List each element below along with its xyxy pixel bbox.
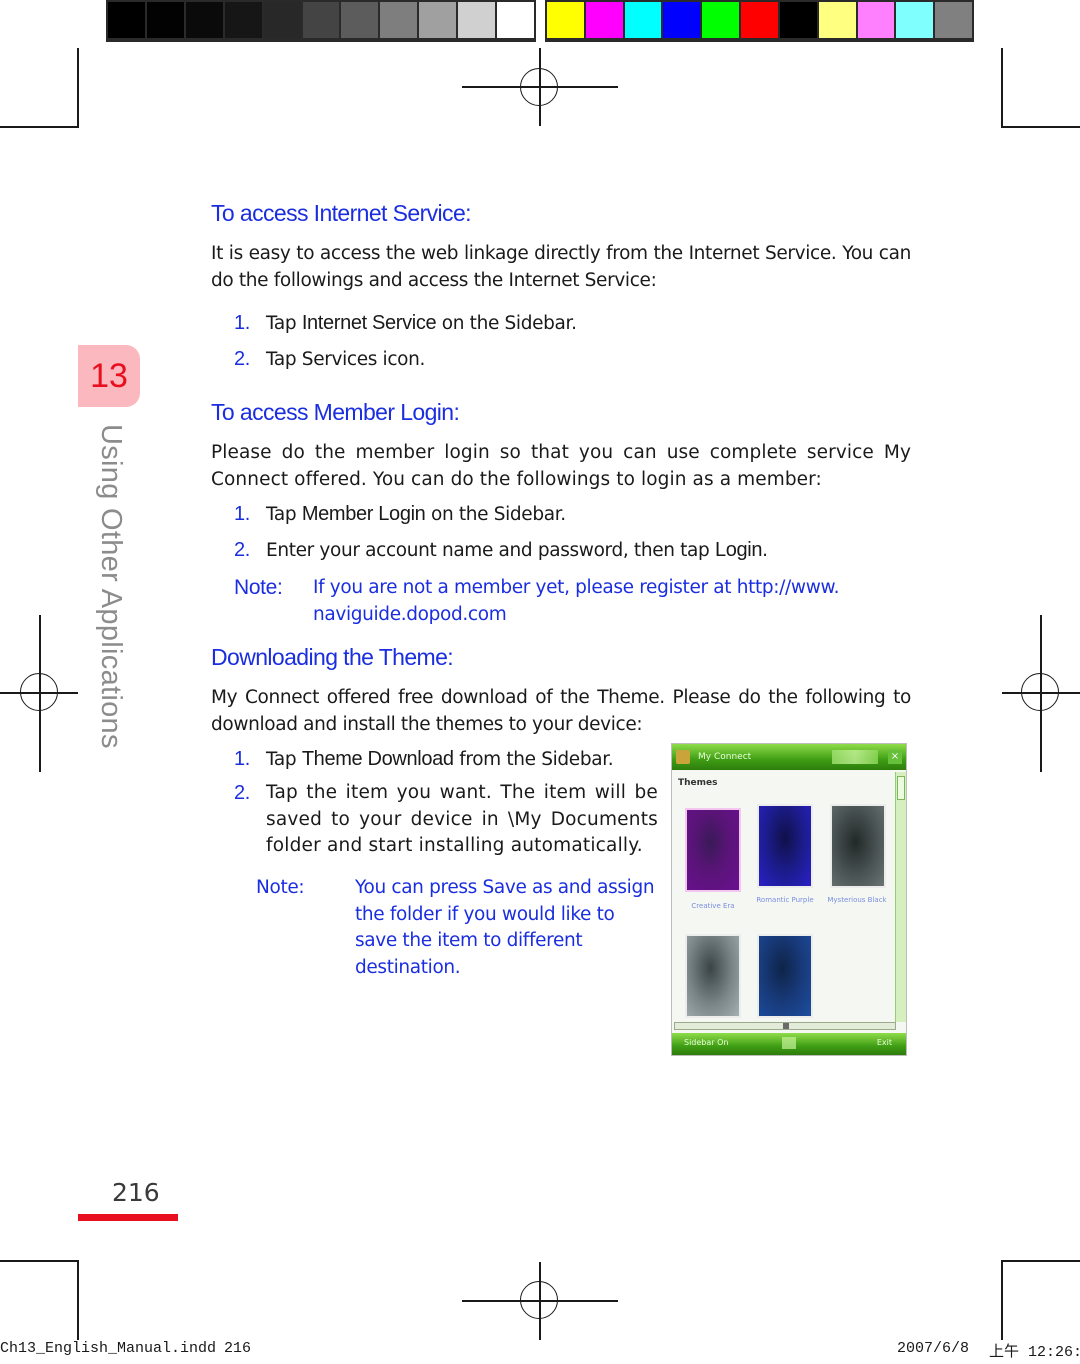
step-item: 1. Tap Theme Download from the Sidebar. (234, 746, 614, 774)
ui-term: Member Login (301, 503, 426, 525)
step-text: Tap the item you want. The item will be … (266, 782, 658, 856)
gray-swatch (185, 2, 223, 38)
step-number: 1. (234, 503, 250, 525)
gray-swatch (146, 2, 184, 38)
crop-mark (1001, 1260, 1003, 1340)
horizontal-scrollbar (674, 1022, 896, 1030)
step-text: from the Sidebar. (453, 749, 614, 770)
step-item: 1. Tap Internet Service on the Sidebar. (234, 310, 577, 338)
color-swatch (741, 2, 778, 38)
step-number: 2. (234, 782, 250, 804)
left-softkey: Sidebar On (684, 1038, 729, 1047)
gray-swatch (263, 2, 301, 38)
gray-swatch (458, 2, 496, 38)
color-swatch (779, 2, 817, 38)
note-link[interactable]: naviguide.dopod.com (313, 602, 507, 629)
step-text: Tap Services icon. (266, 349, 426, 370)
step-item: 2. Tap Services icon. (234, 346, 425, 374)
step-text: Enter your account name and password, th… (266, 540, 715, 561)
note-label: Note: (256, 877, 305, 898)
slug-page: 216 (224, 1340, 252, 1357)
device-title: My Connect (698, 752, 752, 762)
color-swatch (702, 2, 740, 38)
theme-thumbnail (830, 804, 886, 888)
color-swatch (896, 2, 934, 38)
color-swatch (663, 2, 701, 38)
crop-mark (1001, 126, 1080, 128)
step-item: 2. Tap the item you want. The item will b… (234, 780, 658, 860)
chapter-tab: 13 (78, 345, 140, 407)
grayscale-color-bar (106, 0, 536, 42)
gray-swatch (108, 2, 145, 38)
gray-swatch (341, 2, 379, 38)
section-heading-internet-service: To access Internet Service: (211, 200, 472, 226)
windows-start-icon (676, 750, 690, 764)
section-paragraph: My Connect offered free download of the … (211, 687, 911, 735)
process-color-bar (545, 0, 974, 42)
step-item: 2. Enter your account name and password, … (234, 537, 768, 565)
device-screenshot: My Connect × Themes Creative Era Romanti… (671, 743, 907, 1056)
step-number: 2. (234, 539, 250, 561)
crop-mark (1001, 1260, 1080, 1262)
step-item: 1. Tap Member Login on the Sidebar. (234, 501, 566, 529)
crop-mark (0, 126, 78, 128)
color-swatch (857, 2, 895, 38)
crop-mark (77, 48, 79, 128)
page-number-underline (78, 1214, 178, 1221)
vertical-scrollbar (895, 772, 906, 1022)
ui-term: Theme Download (301, 748, 454, 770)
gray-swatch (419, 2, 457, 38)
step-number: 1. (234, 312, 250, 334)
step-text: Tap (266, 749, 302, 770)
status-icons (832, 750, 878, 764)
gray-swatch (224, 2, 262, 38)
color-swatch (818, 2, 856, 38)
section-heading-downloading-theme: Downloading the Theme: (211, 644, 454, 670)
gray-swatch (302, 2, 340, 38)
step-text: Tap (266, 313, 302, 334)
keyboard-icon (782, 1037, 796, 1049)
ui-term: Login (714, 539, 763, 561)
chapter-side-title: Using Other Applications (95, 424, 127, 749)
page-number: 216 (112, 1178, 160, 1207)
step-text: on the Sidebar. (436, 313, 577, 334)
theme-label: Romantic Purple (756, 896, 814, 904)
note-text: You can press Save as and assign the fol… (355, 877, 655, 978)
color-swatch (935, 2, 972, 38)
section-paragraph: Please do the member login so that you c… (211, 442, 911, 490)
theme-label: Mysterious Black (827, 896, 887, 904)
device-title-bar: My Connect × (672, 744, 906, 770)
note-label: Note: (234, 576, 283, 599)
color-swatch (547, 2, 584, 38)
crop-mark (0, 1260, 78, 1262)
slug-date: 2007/6/8 (897, 1340, 970, 1357)
slug-time: 上午 12:26: (989, 1344, 1080, 1361)
color-swatch (624, 2, 662, 38)
chapter-number: 13 (90, 356, 128, 395)
slug-filename: Ch13_English_Manual.indd (0, 1340, 217, 1357)
crop-mark (77, 1260, 79, 1340)
device-menu-bar: Sidebar On Exit (672, 1033, 906, 1055)
theme-thumbnail (757, 934, 813, 1018)
section-heading-member-login: To access Member Login: (211, 399, 460, 425)
theme-thumbnail (685, 934, 741, 1018)
gray-swatch (380, 2, 418, 38)
device-heading: Themes (678, 778, 718, 788)
section-paragraph: It is easy to access the web linkage dir… (211, 243, 911, 291)
theme-thumbnail (757, 804, 813, 888)
ui-term: Internet Service (301, 312, 437, 334)
color-swatch (585, 2, 623, 38)
theme-label: Creative Era (691, 902, 735, 910)
right-softkey: Exit (876, 1038, 892, 1047)
step-text: Tap (266, 504, 302, 525)
step-number: 2. (234, 348, 250, 370)
step-text: on the Sidebar. (425, 504, 566, 525)
crop-mark (1001, 48, 1003, 128)
gray-swatch (497, 2, 534, 38)
step-number: 1. (234, 748, 250, 770)
close-icon: × (888, 750, 902, 764)
theme-thumbnail (685, 808, 741, 892)
step-text: . (762, 540, 768, 561)
note-text: If you are not a member yet, please regi… (313, 577, 840, 598)
